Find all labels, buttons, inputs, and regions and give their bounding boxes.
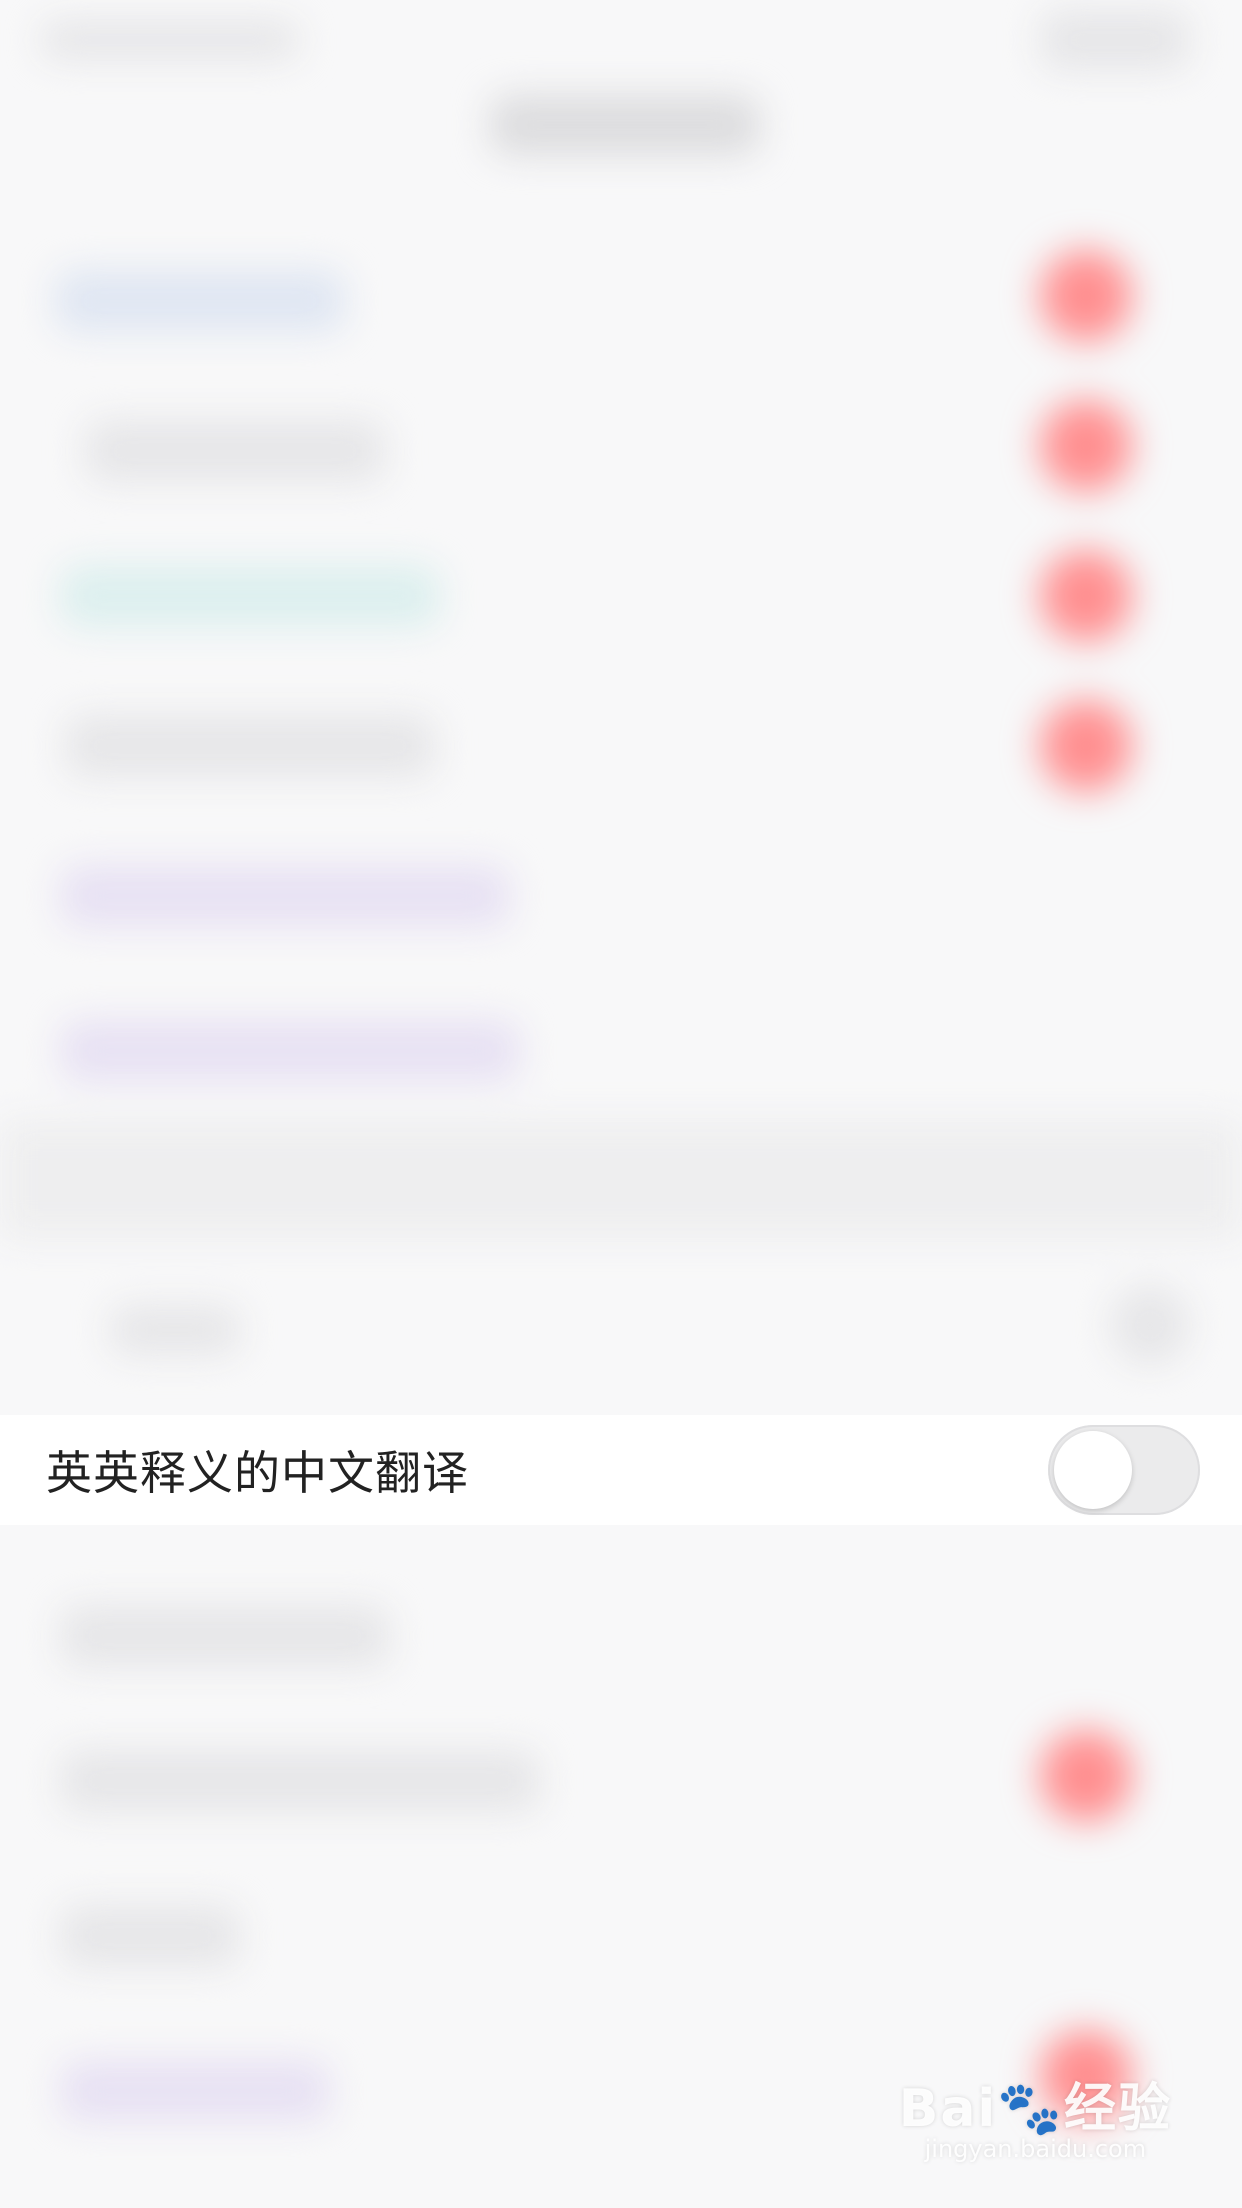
- translation-toggle-switch[interactable]: [1048, 1425, 1200, 1515]
- blurred-row-10: [60, 1905, 240, 1967]
- blurred-row-2: [85, 420, 385, 482]
- blurred-red-toggle-4: [1040, 700, 1132, 792]
- blurred-row-11: [60, 2060, 330, 2122]
- blurred-red-toggle-3: [1040, 550, 1132, 642]
- settings-screen: 英英释义的中文翻译 Bai🐾经验 jingyan.baidu.com: [0, 0, 1242, 2208]
- toggle-knob: [1054, 1431, 1132, 1509]
- blurred-row-6: [60, 1020, 520, 1082]
- blurred-section-divider: [0, 1120, 1242, 1240]
- watermark-url: jingyan.baidu.com: [924, 2135, 1147, 2163]
- blurred-row-9: [60, 1750, 540, 1812]
- blurred-row-5: [60, 865, 510, 927]
- blurred-circle: [1110, 1285, 1190, 1365]
- blurred-red-toggle-5: [1040, 1730, 1132, 1822]
- watermark-logo: Bai🐾经验: [898, 2079, 1172, 2139]
- blurred-row-1: [55, 270, 345, 332]
- blurred-background: [0, 0, 1242, 2208]
- setting-label: 英英释义的中文翻译: [46, 1446, 469, 1500]
- blurred-title: [490, 95, 760, 155]
- blurred-red-toggle-1: [1040, 250, 1132, 342]
- blurred-row-8: [60, 1605, 390, 1667]
- blurred-row-3: [60, 565, 440, 627]
- blurred-row-7: [110, 1305, 240, 1355]
- blurred-back-area: [40, 20, 300, 60]
- blurred-row-4: [65, 715, 435, 777]
- baidu-jingyan-watermark: Bai🐾经验 jingyan.baidu.com: [899, 2066, 1172, 2163]
- setting-row-chinese-translation[interactable]: 英英释义的中文翻译: [0, 1415, 1242, 1525]
- blurred-top-right: [1040, 10, 1190, 70]
- blurred-red-toggle-2: [1040, 400, 1132, 492]
